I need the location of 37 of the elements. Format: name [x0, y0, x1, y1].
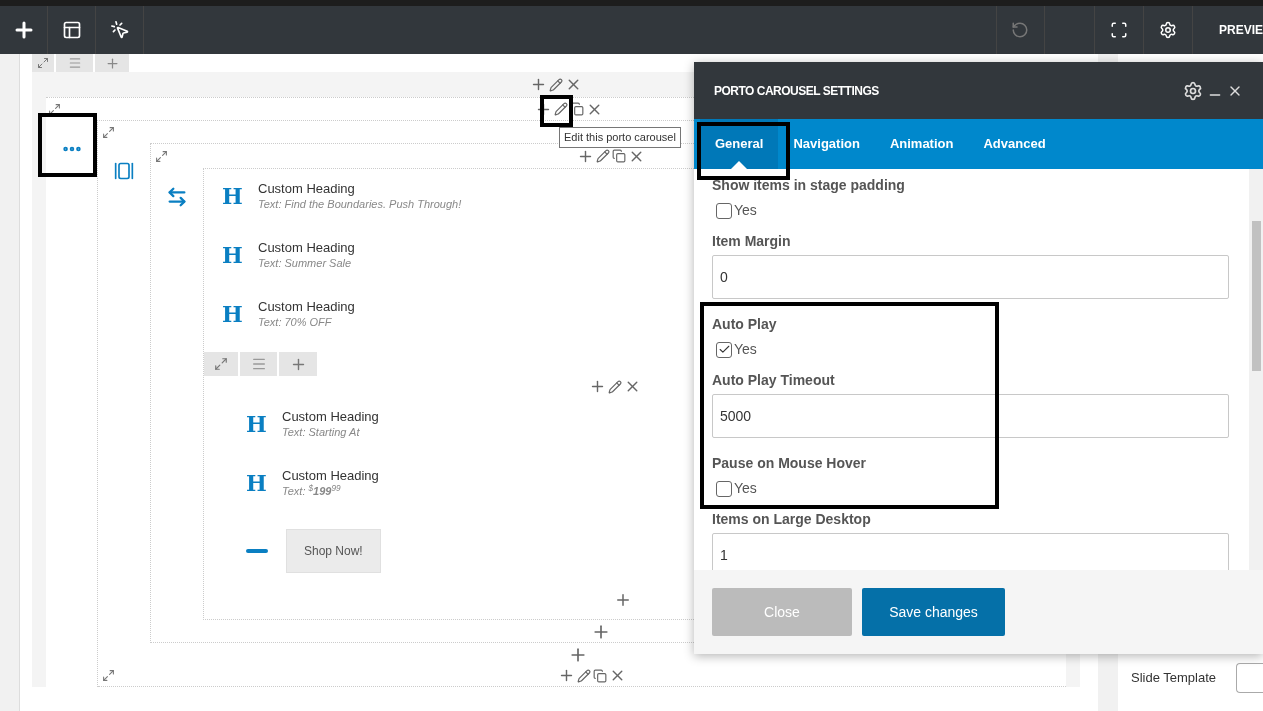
element-title: Custom Heading — [282, 468, 379, 484]
checkbox-label: Yes — [734, 201, 757, 220]
field-label: Pause on Mouse Hover — [712, 454, 868, 473]
tab[interactable]: General — [700, 119, 779, 169]
element-title: Custom Heading — [258, 181, 356, 197]
heading-icon: H — [246, 413, 268, 435]
heading-icon: H — [222, 185, 244, 207]
text-field[interactable]: 0 — [712, 255, 1229, 299]
tooltip: Edit this porto carousel — [559, 127, 681, 148]
tab[interactable]: Animation — [874, 119, 969, 169]
element-title: Custom Heading — [282, 409, 379, 425]
heading-icon: H — [246, 472, 268, 494]
shop-button[interactable]: Shop Now! — [286, 529, 381, 573]
save-button[interactable]: Save changes — [862, 588, 1005, 636]
element-text: Text: $^{$}$199$^{99}$ — [282, 484, 342, 498]
text-field[interactable]: 1 — [712, 533, 1229, 570]
element-text: Text: Starting At — [282, 425, 361, 439]
field-label: Auto Play — [712, 315, 778, 334]
element-text: Text: Find the Boundaries. Push Through! — [258, 197, 462, 211]
element-title: Custom Heading — [258, 299, 355, 315]
field-label: Auto Play Timeout — [712, 371, 836, 390]
tab[interactable]: Navigation — [778, 119, 875, 169]
tab[interactable]: Advanced — [968, 119, 1061, 169]
element-text: Text: 70% OFF — [258, 315, 333, 329]
checkbox-label: Yes — [734, 340, 757, 359]
dialog-title: PORTO CAROUSEL SETTINGS — [714, 82, 879, 100]
field-label: Item Margin — [712, 232, 792, 251]
preview-button[interactable]: PREVIE — [1193, 6, 1263, 54]
element-title: Custom Heading — [258, 240, 355, 256]
heading-icon: H — [222, 303, 244, 325]
text-field[interactable]: 5000 — [712, 394, 1229, 438]
field-label: Show items in stage padding — [712, 176, 906, 195]
heading-icon: H — [222, 244, 244, 266]
checkbox-label: Yes — [734, 479, 757, 498]
element-text: Text: Summer Sale — [258, 256, 353, 270]
field-label: Slide Template — [1131, 669, 1217, 688]
field-label: Items on Large Desktop — [712, 510, 872, 529]
